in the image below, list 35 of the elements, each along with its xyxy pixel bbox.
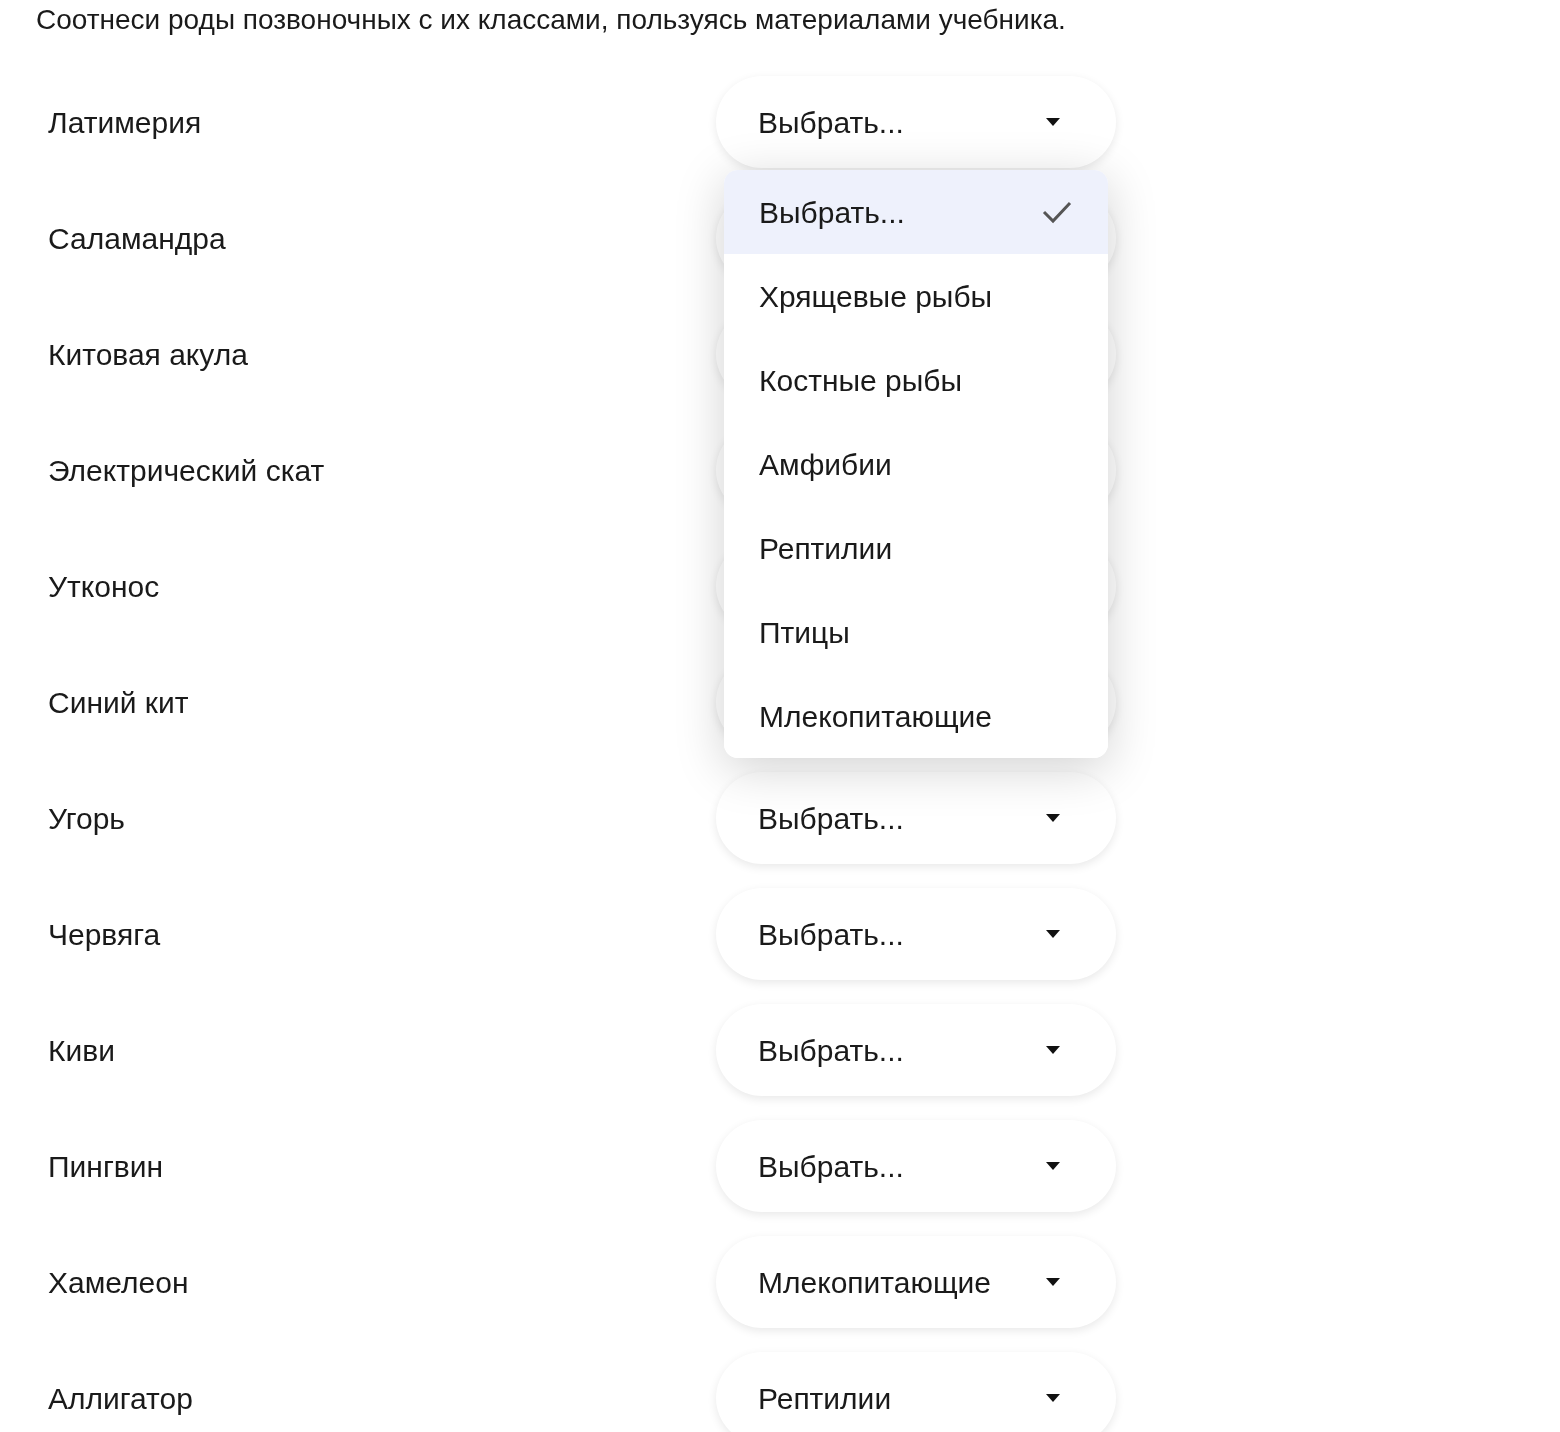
row-label: Латимерия	[48, 104, 203, 141]
class-select[interactable]: Выбрать...	[716, 888, 1116, 980]
caret-icon	[1046, 1394, 1060, 1402]
row-label: Червяга	[48, 916, 162, 953]
row-label: Синий кит	[48, 684, 190, 721]
caret-icon	[1046, 930, 1060, 938]
row-label: Хамелеон	[48, 1264, 190, 1301]
class-select[interactable]: Выбрать...	[716, 1004, 1116, 1096]
row-label: Саламандра	[48, 220, 227, 257]
row-label: Электрический скат	[48, 452, 326, 489]
class-select[interactable]: Выбрать...	[716, 76, 1116, 168]
row-label: Пингвин	[48, 1148, 165, 1185]
dropdown-option[interactable]: Хрящевые рыбы	[724, 254, 1108, 338]
caret-icon	[1046, 1278, 1060, 1286]
dropdown-option[interactable]: Костные рыбы	[724, 338, 1108, 422]
row-label: Аллигатор	[48, 1380, 194, 1417]
dropdown-option[interactable]: Птицы	[724, 590, 1108, 674]
row-label: Угорь	[48, 800, 126, 837]
row-label: Китовая акула	[48, 336, 249, 373]
dropdown-option[interactable]: Амфибии	[724, 422, 1108, 506]
row-label: Киви	[48, 1032, 116, 1069]
class-select[interactable]: Млекопитающие	[716, 1236, 1116, 1328]
caret-icon	[1046, 118, 1060, 126]
dropdown-option[interactable]: Млекопитающие	[724, 674, 1108, 758]
caret-icon	[1046, 1046, 1060, 1054]
class-select[interactable]: Выбрать...	[716, 1120, 1116, 1212]
instruction-text: Соотнеси роды позвоночных с их классами, пользуясь материалами учебника.	[36, 3, 1067, 37]
dropdown-option[interactable]: Рептилии	[724, 506, 1108, 590]
class-select[interactable]: Рептилии	[716, 1352, 1116, 1432]
row-label: Утконос	[48, 568, 161, 605]
dropdown-option[interactable]: Выбрать...	[724, 170, 1108, 254]
checkmark-icon	[1042, 200, 1072, 224]
caret-icon	[1046, 814, 1060, 822]
caret-icon	[1046, 1162, 1060, 1170]
class-select[interactable]: Выбрать...	[716, 772, 1116, 864]
